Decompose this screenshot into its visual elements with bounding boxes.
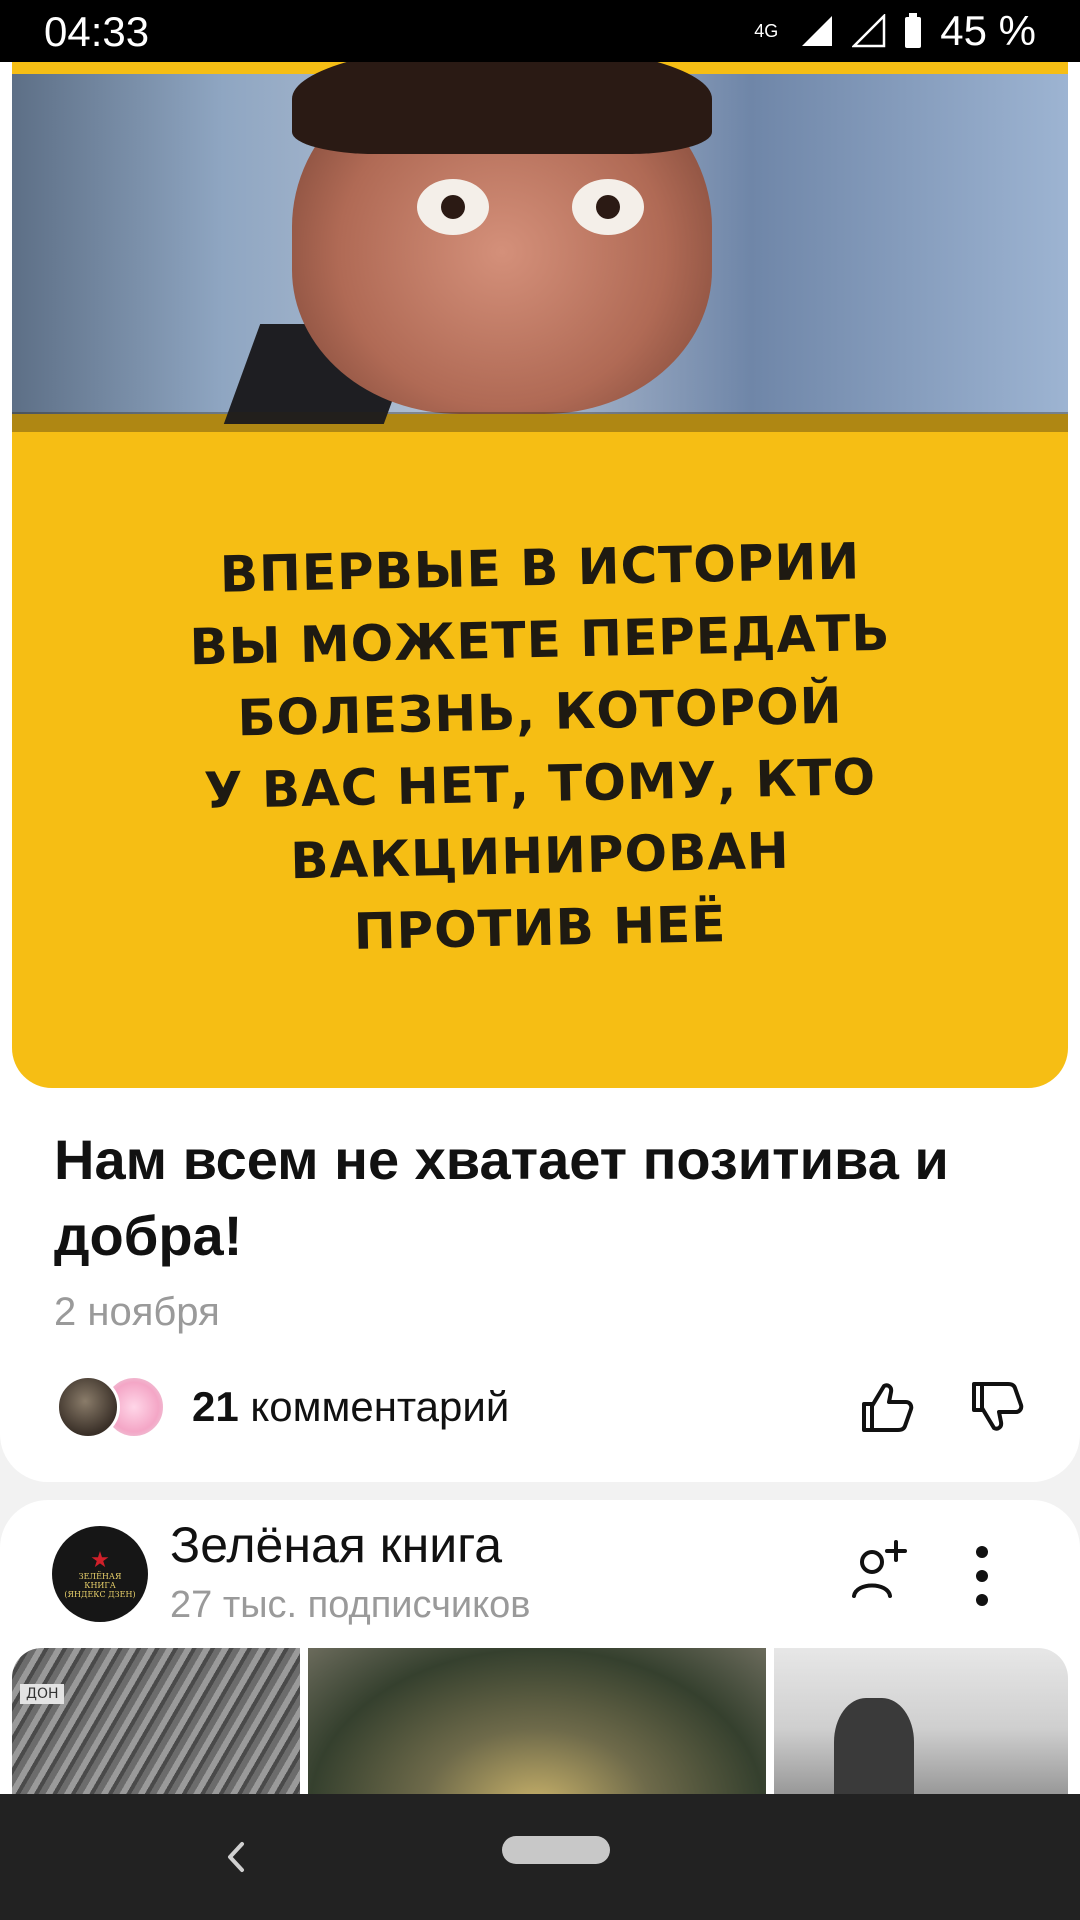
thumbnail[interactable] — [308, 1648, 766, 1808]
meme-photo — [12, 62, 1068, 424]
thumbnail[interactable] — [774, 1648, 1068, 1808]
channel-name[interactable]: Зелёная книга — [170, 1516, 502, 1574]
avatar — [56, 1375, 120, 1439]
comments-button[interactable]: 21 комментарий — [56, 1372, 509, 1442]
commenter-avatars — [56, 1375, 166, 1439]
meme-caption: ВПЕРВЫЕ В ИСТОРИИ ВЫ МОЖЕТЕ ПЕРЕДАТЬ БОЛ… — [72, 532, 1008, 964]
back-icon[interactable] — [216, 1824, 256, 1890]
navigation-bar — [0, 1794, 1080, 1920]
channel-avatar[interactable]: ★ ЗЕЛЁНАЯ КНИГА (ЯНДЕКС ДЗЕН) — [52, 1526, 148, 1622]
battery-percent: 45 % — [940, 7, 1036, 54]
thumbnail-label: ДОН — [20, 1684, 65, 1704]
post-date: 2 ноября — [54, 1290, 220, 1334]
battery-icon — [905, 13, 922, 48]
home-button[interactable] — [502, 1836, 610, 1864]
reactions — [858, 1378, 1026, 1436]
thumbnail[interactable]: ДОН — [12, 1648, 300, 1808]
status-icons: 4G 45 % — [750, 7, 1036, 54]
thumbs-up-icon[interactable] — [858, 1378, 916, 1436]
comments-number: 21 — [192, 1383, 239, 1430]
clock: 04:33 — [44, 8, 150, 55]
status-bar: 04:33 4G 45 % — [0, 0, 1080, 62]
more-options-icon[interactable] — [970, 1544, 994, 1608]
avatar-text: ЗЕЛЁНАЯ — [78, 1571, 122, 1581]
star-icon: ★ — [90, 1547, 110, 1573]
thumbs-down-icon[interactable] — [968, 1378, 1026, 1436]
signal-icon — [802, 16, 833, 46]
network-type: 4G — [754, 21, 779, 41]
post-title[interactable]: Нам всем не хватает позитива и добра! — [54, 1122, 1034, 1274]
post-card: ВПЕРВЫЕ В ИСТОРИИ ВЫ МОЖЕТЕ ПЕРЕДАТЬ БОЛ… — [0, 62, 1080, 1482]
signal-empty-icon — [852, 14, 886, 48]
subscribe-icon[interactable] — [846, 1534, 916, 1604]
avatar-text: (ЯНДЕКС ДЗЕН) — [64, 1589, 136, 1599]
comments-count: 21 комментарий — [192, 1383, 509, 1431]
comments-label: комментарий — [250, 1383, 510, 1430]
channel-subscribers: 27 тыс. подписчиков — [170, 1584, 531, 1626]
post-image[interactable]: ВПЕРВЫЕ В ИСТОРИИ ВЫ МОЖЕТЕ ПЕРЕДАТЬ БОЛ… — [12, 62, 1068, 1088]
channel-thumbnails: ДОН — [12, 1648, 1068, 1808]
avatar-text: КНИГА — [84, 1580, 116, 1590]
